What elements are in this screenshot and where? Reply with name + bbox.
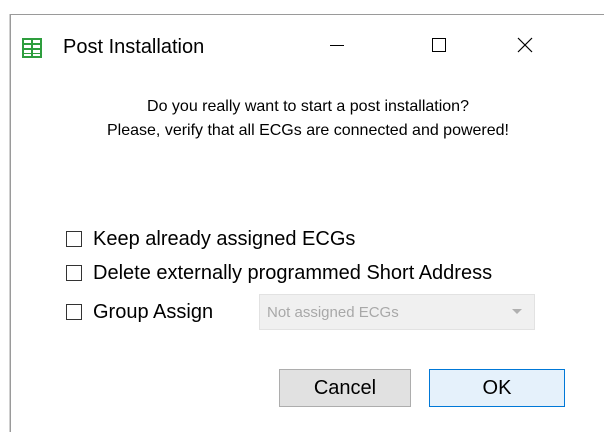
group-assign-dropdown: Not assigned ECGs xyxy=(259,294,535,330)
keep-assigned-ecgs-checkbox[interactable] xyxy=(66,231,82,247)
ok-button[interactable]: OK xyxy=(429,369,565,407)
message-line-1: Do you really want to start a post insta… xyxy=(147,98,469,115)
window-title: Post Installation xyxy=(63,36,205,58)
delete-short-address-checkbox[interactable] xyxy=(66,265,82,281)
app-grid-icon xyxy=(22,38,42,58)
minimize-button[interactable] xyxy=(317,29,357,65)
group-assign-option[interactable]: Group Assign xyxy=(66,298,213,326)
keep-assigned-ecgs-option[interactable]: Keep already assigned ECGs xyxy=(66,225,355,253)
minimize-icon xyxy=(329,37,345,58)
title-bar[interactable]: Post Installation xyxy=(11,15,604,75)
keep-assigned-ecgs-label[interactable]: Keep already assigned ECGs xyxy=(93,228,355,251)
screen: Post Installation Do you really want to … xyxy=(0,0,604,432)
post-installation-dialog: Post Installation Do you really want to … xyxy=(10,14,604,432)
confirmation-message: Do you really want to start a post insta… xyxy=(11,95,604,143)
group-assign-dropdown-value: Not assigned ECGs xyxy=(267,303,399,321)
close-button[interactable] xyxy=(505,29,545,65)
close-icon xyxy=(517,37,533,58)
group-assign-label[interactable]: Group Assign xyxy=(93,301,213,324)
background-strip xyxy=(0,0,604,14)
maximize-button[interactable] xyxy=(419,29,459,65)
delete-short-address-label[interactable]: Delete externally programmed Short Addre… xyxy=(93,262,492,285)
maximize-icon xyxy=(431,37,447,58)
group-assign-checkbox[interactable] xyxy=(66,304,82,320)
delete-short-address-option[interactable]: Delete externally programmed Short Addre… xyxy=(66,259,492,287)
message-line-2: Please, verify that all ECGs are connect… xyxy=(107,122,509,139)
cancel-button[interactable]: Cancel xyxy=(279,369,411,407)
chevron-down-icon xyxy=(512,309,522,314)
